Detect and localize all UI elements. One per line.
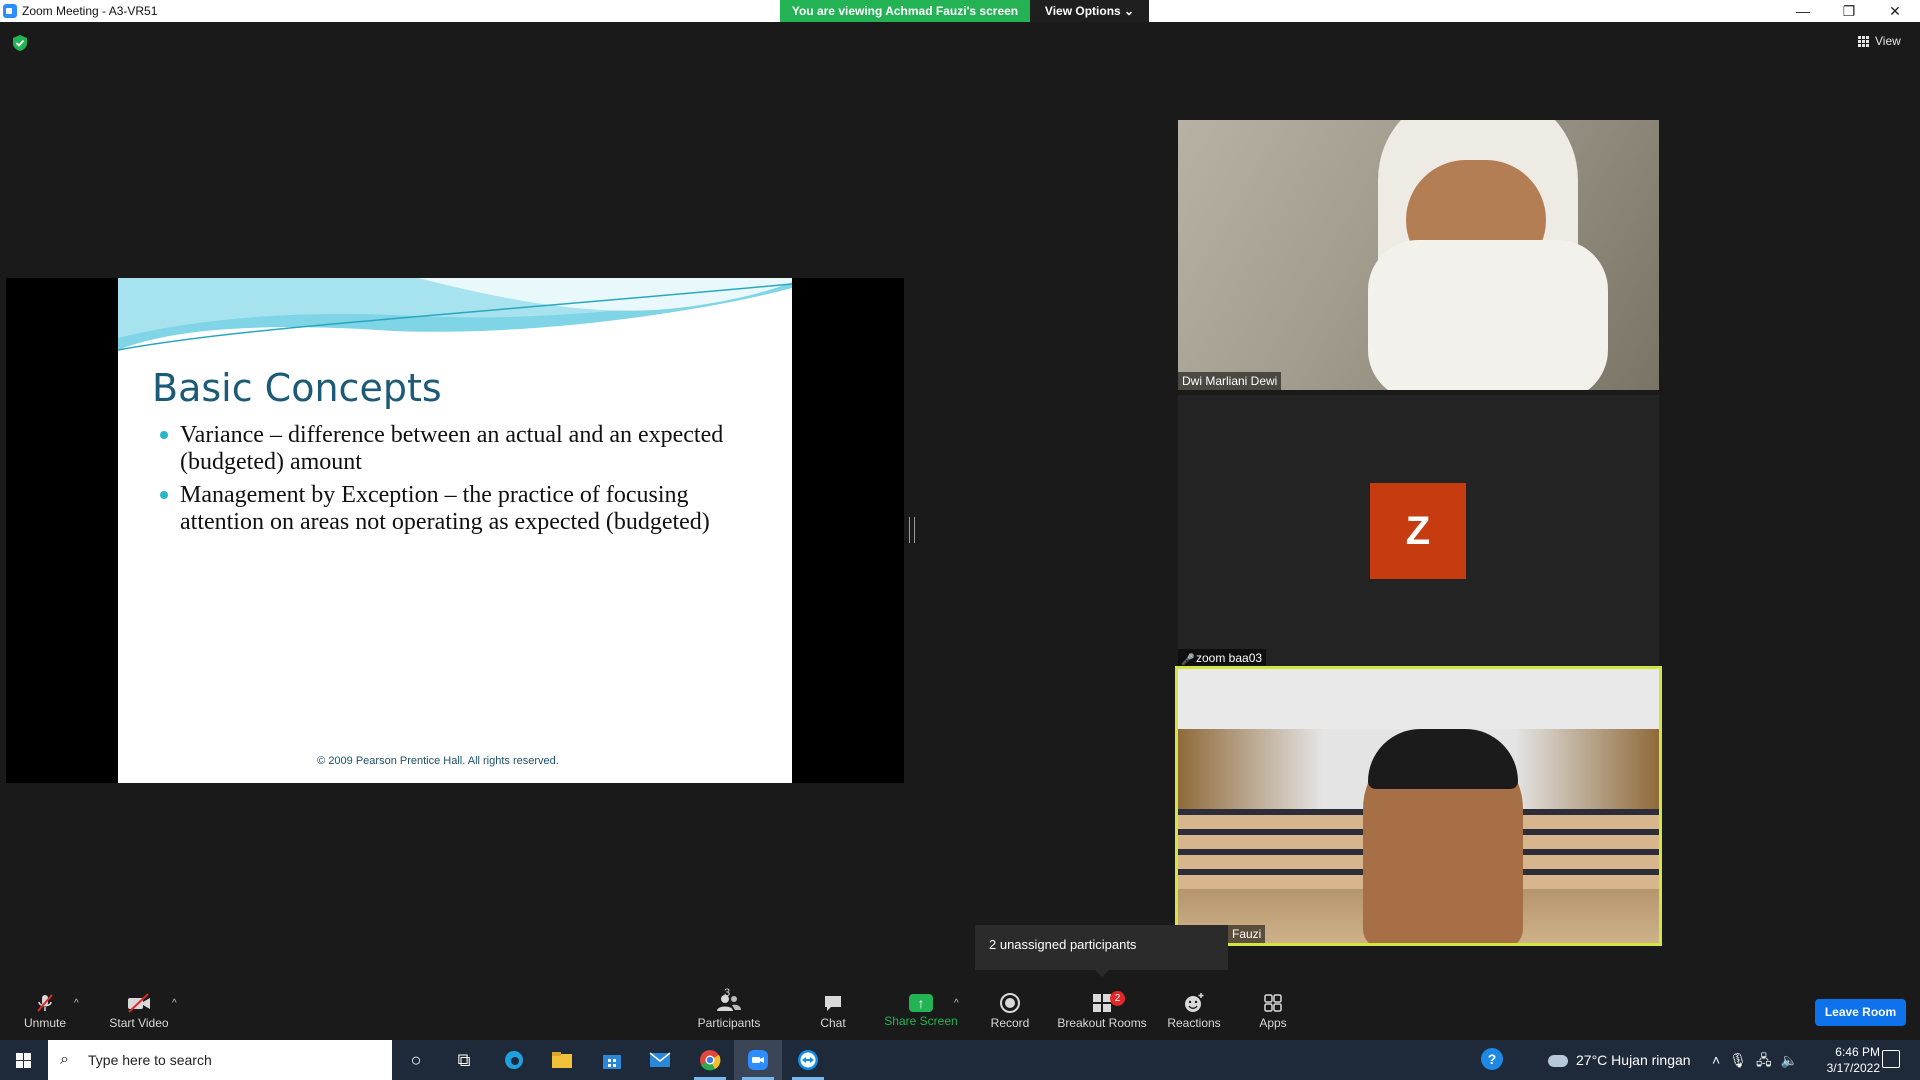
breakout-rooms-button[interactable]: 2 Breakout Rooms [1057,984,1147,1040]
weather-text: 27°C Hujan ringan [1576,1052,1691,1068]
slide-bullet-list: Variance – difference between an actual … [158,422,758,542]
muted-mic-icon: 🎤 [1181,654,1195,666]
view-options-button[interactable]: View Options ⌄ [1030,0,1149,22]
record-label: Record [990,1016,1030,1030]
breakout-rooms-label: Breakout Rooms [1057,1016,1147,1030]
video-options-chevron-up-icon[interactable]: ^ [172,998,177,1009]
chat-label: Chat [820,1016,846,1030]
unmute-label: Unmute [23,1016,67,1030]
reactions-label: Reactions [1167,1016,1221,1030]
help-icon[interactable]: ? [1481,1048,1503,1070]
weather-widget[interactable]: 27°C Hujan ringan [1548,1040,1691,1080]
search-placeholder: Type here to search [88,1052,212,1068]
chrome-browser-icon[interactable] [686,1040,734,1080]
start-video-label: Start Video [109,1016,169,1030]
breakout-count-badge: 2 [1110,991,1125,1006]
taskbar-clock[interactable]: 6:46 PM 3/17/2022 [1800,1044,1880,1076]
unassigned-participants-tooltip: 2 unassigned participants [975,925,1228,977]
slide-footer: © 2009 Pearson Prentice Hall. All rights… [317,755,559,767]
record-button[interactable]: Record [988,984,1032,1040]
split-view-handle[interactable] [909,517,915,543]
chevron-up-icon[interactable]: ˄ [1712,1052,1720,1068]
participant-name: 🎤 zoom baa03 [1178,649,1267,667]
network-icon[interactable]: 🖧 [1756,1052,1772,1068]
windows-taskbar: ⌕ Type here to search ○ ⧉ ? 27°C Hujan r… [0,1040,1920,1080]
view-button[interactable]: View [1858,34,1901,48]
bullet-dot-icon [160,431,168,439]
bullet-text: Variance – difference between an actual … [180,422,724,475]
muted-mic-icon [37,994,53,1012]
share-options-chevron-up-icon[interactable]: ^ [954,998,959,1009]
cloud-rain-icon [1548,1055,1568,1068]
unmute-button[interactable]: Unmute [20,984,70,1040]
grid-view-icon [1858,35,1869,47]
record-icon [1000,993,1020,1013]
chat-button[interactable]: Chat [816,984,850,1040]
slide-bullet: Variance – difference between an actual … [158,422,758,476]
shared-screen: Basic Concepts Variance – difference bet… [6,278,904,783]
window-title: Zoom Meeting - A3-VR51 [22,4,158,18]
volume-icon[interactable]: 🔈 [1781,1052,1798,1068]
reactions-smiley-icon [1185,993,1204,1012]
start-video-button[interactable]: Start Video [104,984,174,1040]
participant-count: 3 [724,987,731,999]
participants-label: Participants [697,1016,761,1030]
chat-icon [825,996,841,1011]
notification-center-icon[interactable] [1882,1050,1900,1068]
clock-date: 3/17/2022 [1826,1061,1880,1075]
video-tile-dwi[interactable]: Dwi Marliani Dewi [1178,120,1659,390]
bullet-dot-icon [160,491,168,499]
apps-label: Apps [1259,1016,1287,1030]
title-bar: Zoom Meeting - A3-VR51 You are viewing A… [0,0,1920,22]
bullet-text: Management by Exception – the practice o… [180,482,710,535]
zoom-app-icon [3,4,17,18]
minimize-icon[interactable]: — [1780,0,1826,22]
video-off-icon [128,993,150,1013]
zoom-taskbar-icon[interactable] [734,1040,782,1080]
system-tray: ˄ 🎙 🖧 🔈 [1712,1040,1807,1080]
participant-name-text: zoom baa03 [1196,651,1263,665]
encryption-shield-icon[interactable] [12,34,28,52]
participant-video [1178,669,1659,943]
viewing-banner: You are viewing Achmad Fauzi's screen Vi… [780,0,1149,22]
taskbar-search-box[interactable]: ⌕ Type here to search [48,1040,392,1080]
slide-title: Basic Concepts [152,366,442,410]
participants-button[interactable]: 3 Participants [694,984,764,1040]
share-screen-label: Share Screen [884,1014,958,1028]
participant-video [1178,120,1659,390]
audio-options-chevron-up-icon[interactable]: ^ [74,998,79,1009]
cortana-icon[interactable]: ○ [392,1040,440,1080]
task-view-icon[interactable]: ⧉ [440,1040,488,1080]
clock-time: 6:46 PM [1835,1045,1880,1059]
participant-name: Dwi Marliani Dewi [1178,372,1282,390]
viewing-screen-label: You are viewing Achmad Fauzi's screen [780,0,1030,22]
meeting-toolbar: Unmute ^ Start Video ^ 3 Participants Ch… [0,984,1920,1040]
apps-button[interactable]: Apps [1256,984,1290,1040]
edge-browser-icon[interactable] [490,1040,538,1080]
windows-start-icon[interactable] [0,1040,48,1080]
microsoft-store-icon[interactable] [588,1040,636,1080]
share-screen-arrow-icon: ↑ [909,994,933,1012]
participant-name: Fauzi [1228,925,1266,943]
microphone-icon[interactable]: 🎙 [1729,1052,1747,1068]
reactions-button[interactable]: Reactions [1166,984,1222,1040]
close-icon[interactable]: ✕ [1872,0,1918,22]
view-label: View [1875,34,1901,48]
restore-icon[interactable]: ❐ [1826,0,1872,22]
teamviewer-icon[interactable] [784,1040,832,1080]
slide-wave-decoration [118,278,792,351]
mail-icon[interactable] [636,1040,684,1080]
slide-bullet: Management by Exception – the practice o… [158,482,758,536]
video-tile-fauzi[interactable]: Fauzi [1175,666,1662,946]
leave-room-button[interactable]: Leave Room [1815,999,1906,1026]
avatar: Z [1370,483,1466,579]
apps-icon [1264,994,1282,1012]
search-icon: ⌕ [60,1051,69,1068]
presentation-slide: Basic Concepts Variance – difference bet… [118,278,792,783]
share-screen-button[interactable]: ↑ Share Screen [880,984,962,1040]
file-explorer-icon[interactable] [538,1040,586,1080]
